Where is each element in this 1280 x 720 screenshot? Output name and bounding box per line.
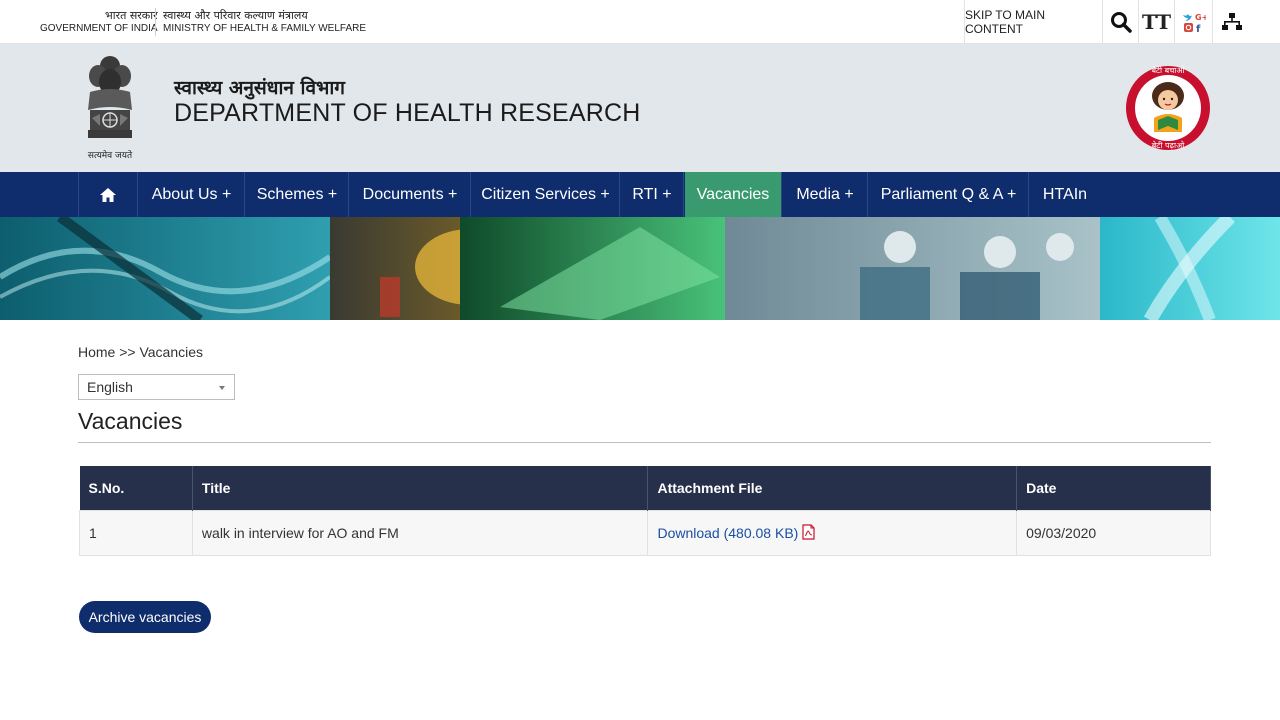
site-header: सत्यमेव जयते स्वास्थ्य अनुसंधान विभाग DE… [0, 44, 1280, 172]
sitemap-button[interactable] [1212, 0, 1250, 43]
divider [78, 442, 1211, 443]
column-header-title: Title [192, 466, 649, 510]
emblem-motto: सत्यमेव जयते [88, 149, 133, 161]
page-title: Vacancies [78, 408, 183, 434]
download-link[interactable]: Download (480.08 KB) [657, 525, 798, 541]
breadcrumb[interactable]: Home >> Vacancies [78, 344, 203, 360]
social-icon: G+ f [1182, 13, 1206, 33]
ministry-label: स्वास्थ्य और परिवार कल्याण मंत्रालय MINI… [163, 9, 366, 35]
home-icon [100, 187, 116, 202]
nav-citizen-services[interactable]: Citizen Services + [472, 172, 620, 217]
table-row: 1 walk in interview for AO and FM Downlo… [79, 509, 1211, 556]
gov-english: GOVERNMENT OF INDIA [40, 23, 158, 34]
text-size-button[interactable]: TT [1138, 0, 1174, 43]
vacancies-table: S.No. Title Attachment File Date 1 walk … [79, 466, 1211, 556]
table-header-row: S.No. Title Attachment File Date [79, 466, 1211, 510]
bbbp-top-text: बेटी बचाओ [1151, 65, 1185, 75]
nav-htain[interactable]: HTAIn [1030, 172, 1100, 217]
department-name-english: DEPARTMENT OF HEALTH RESEARCH [174, 99, 641, 127]
nav-about-us[interactable]: About Us + [139, 172, 245, 217]
language-select[interactable]: English [78, 374, 235, 400]
nav-documents[interactable]: Documents + [350, 172, 471, 217]
bbbp-bottom-text: बेटी पढ़ाओ [1152, 140, 1185, 150]
column-header-sno: S.No. [79, 466, 193, 510]
search-icon [1110, 11, 1132, 33]
column-header-date: Date [1016, 466, 1211, 510]
pdf-icon[interactable] [802, 524, 815, 540]
language-selected-value: English [87, 379, 133, 395]
ministry-english: MINISTRY OF HEALTH & FAMILY WELFARE [163, 23, 367, 34]
header-banner-image [0, 217, 1280, 320]
search-button[interactable] [1102, 0, 1138, 43]
sitemap-icon [1221, 12, 1242, 30]
national-emblem-logo[interactable]: सत्यमेव जयते [78, 52, 142, 164]
column-header-attachment: Attachment File [647, 466, 1018, 510]
cell-date: 09/03/2020 [1016, 509, 1211, 556]
department-name-hindi: स्वास्थ्य अनुसंधान विभाग [174, 77, 345, 99]
divider [155, 8, 156, 36]
skip-to-main-content-link[interactable]: SKIP TO MAIN CONTENT [964, 0, 1102, 43]
top-utility-bar: भारत सरकार GOVERNMENT OF INDIA स्वास्थ्य… [0, 0, 1280, 44]
svg-text:f: f [1196, 24, 1201, 33]
government-of-india-label: भारत सरकार GOVERNMENT OF INDIA [40, 9, 158, 35]
nav-parliament-qa[interactable]: Parliament Q & A + [869, 172, 1029, 217]
nav-home[interactable] [78, 172, 138, 217]
nav-vacancies[interactable]: Vacancies [685, 172, 782, 217]
nav-media[interactable]: Media + [783, 172, 868, 217]
ministry-hindi: स्वास्थ्य और परिवार कल्याण मंत्रालय [163, 9, 308, 22]
nav-rti[interactable]: RTI + [621, 172, 684, 217]
beti-bachao-beti-padhao-logo[interactable]: बेटी बचाओ बेटी पढ़ाओ [1124, 58, 1212, 158]
gov-hindi: भारत सरकार [105, 9, 158, 22]
archive-vacancies-button[interactable]: Archive vacancies [79, 601, 211, 633]
text-size-icon: TT [1141, 9, 1172, 34]
nav-schemes[interactable]: Schemes + [246, 172, 349, 217]
cell-title: walk in interview for AO and FM [191, 509, 649, 556]
svg-text:G+: G+ [1195, 13, 1206, 22]
cell-attachment: Download (480.08 KB) [647, 509, 1018, 556]
social-media-button[interactable]: G+ f [1174, 0, 1212, 43]
cell-sno: 1 [79, 509, 193, 556]
main-navigation: About Us + Schemes + Documents + Citizen… [0, 172, 1280, 217]
chevron-down-icon [219, 386, 225, 390]
